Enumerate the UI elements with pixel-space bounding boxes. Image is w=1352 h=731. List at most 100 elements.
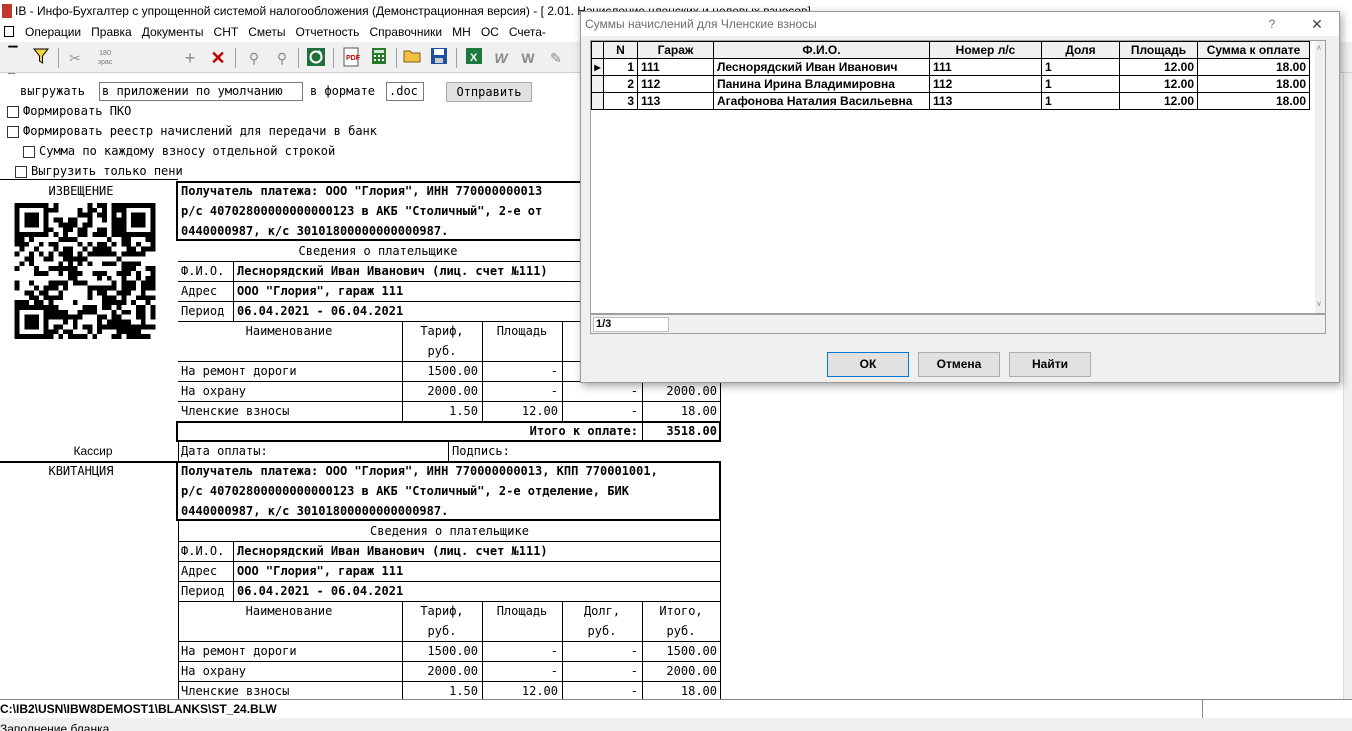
receipt-period-value: 06.04.2021 - 06.04.2021: [237, 584, 404, 598]
notice-row-1-area: -: [550, 364, 558, 378]
table-row[interactable]: 3 113 Агафонова Наталия Васильевна 113 1…: [591, 92, 1310, 110]
cell-fio[interactable]: Панина Ирина Владимировна: [713, 75, 930, 93]
calculator-icon[interactable]: [368, 47, 390, 69]
tool-icon[interactable]: ✎: [545, 47, 567, 69]
format-field[interactable]: .doc: [386, 82, 424, 101]
receipt-row-2-debt: -: [630, 664, 638, 678]
scroll-down-icon[interactable]: ∨: [1316, 299, 1322, 308]
col-header-sum[interactable]: Сумма к оплате: [1197, 41, 1310, 59]
receipt-row-1-total: 1500.00: [666, 644, 717, 658]
save-icon[interactable]: [428, 47, 450, 69]
menu-snt[interactable]: СНТ: [209, 22, 244, 42]
menu-references[interactable]: Справочники: [364, 22, 447, 42]
col-header-account[interactable]: Номер л/с: [929, 41, 1042, 59]
register-checkbox[interactable]: [7, 126, 19, 138]
scroll-up-icon[interactable]: ∧: [1316, 43, 1322, 52]
find-button[interactable]: Найти: [1009, 352, 1091, 377]
notice-row-2-total: 2000.00: [666, 384, 717, 398]
table-row[interactable]: 2 112 Панина Ирина Владимировна 112 1 12…: [591, 75, 1310, 93]
delete-icon[interactable]: ✕: [207, 47, 229, 69]
status-mode: Заполнение бланка: [0, 718, 1352, 731]
pko-checkbox[interactable]: [7, 106, 19, 118]
menu-operations[interactable]: Операции: [20, 22, 86, 42]
cell-sum[interactable]: 18.00: [1197, 58, 1310, 76]
cell-share[interactable]: 1: [1041, 75, 1120, 93]
cell-area[interactable]: 12.00: [1119, 75, 1198, 93]
document-system-icon[interactable]: [4, 26, 14, 37]
cell-account[interactable]: 111: [929, 58, 1042, 76]
menu-estimates[interactable]: Сметы: [243, 22, 290, 42]
table-row[interactable]: ▶ 1 111 Леснорядский Иван Иванович 111 1…: [591, 58, 1310, 76]
open-folder-icon[interactable]: [402, 47, 424, 69]
cell-garage[interactable]: 112: [637, 75, 714, 93]
col-header-n[interactable]: N: [603, 41, 638, 59]
numbers-icon[interactable]: 180 зрас: [94, 47, 116, 69]
col-header-share[interactable]: Доля: [1041, 41, 1120, 59]
penalty-only-checkbox[interactable]: [15, 166, 27, 178]
wand2-icon[interactable]: ⚲: [271, 47, 293, 69]
cut-icon[interactable]: ✂: [64, 47, 86, 69]
cell-account[interactable]: 112: [929, 75, 1042, 93]
col-header-garage[interactable]: Гараж: [637, 41, 714, 59]
cell-area[interactable]: 12.00: [1119, 58, 1198, 76]
filter-icon[interactable]: [30, 47, 52, 69]
separate-line-checkbox[interactable]: [23, 146, 35, 158]
menu-reports[interactable]: Отчетность: [291, 22, 365, 42]
notice-row-3-name: Членские взносы: [181, 404, 290, 418]
accruals-grid: N Гараж Ф.И.О. Номер л/с Доля Площадь Су…: [590, 40, 1326, 314]
send-button[interactable]: Отправить: [446, 82, 532, 102]
refresh-icon[interactable]: [305, 47, 327, 69]
col-header-area[interactable]: Площадь: [1119, 41, 1198, 59]
notice-recipient-line2: р/с 40702800000000000123 в АКБ "Столичны…: [181, 204, 543, 218]
cell-sum[interactable]: 18.00: [1197, 75, 1310, 93]
notice-col-tariff-2: руб.: [427, 344, 457, 358]
qr-code-icon: [14, 203, 156, 339]
cell-fio[interactable]: Леснорядский Иван Иванович: [713, 58, 930, 76]
notice-row-3-tariff: 1.50: [449, 404, 478, 418]
receipt-col-debt-1: Долг,: [583, 604, 621, 618]
export-app-field[interactable]: в приложении по умолчанию: [99, 82, 303, 101]
menu-invoices[interactable]: Счета-: [504, 22, 551, 42]
word2-icon[interactable]: W: [517, 47, 539, 69]
menu-edit[interactable]: Правка: [86, 22, 137, 42]
cell-garage[interactable]: 113: [637, 92, 714, 110]
plus-icon[interactable]: +: [179, 47, 201, 69]
word-icon[interactable]: W: [490, 47, 512, 69]
receipt-col-total-1: Итого,: [659, 604, 703, 618]
notice-row-2-debt: -: [630, 384, 638, 398]
cell-n[interactable]: 2: [603, 75, 638, 93]
menu-documents[interactable]: Документы: [137, 22, 209, 42]
pdf-icon[interactable]: PDF: [340, 47, 362, 69]
close-icon[interactable]: ✕: [1307, 12, 1327, 36]
bracket-icon[interactable]: ▔: [2, 42, 24, 64]
wand-icon[interactable]: ⚲: [243, 47, 265, 69]
cell-account[interactable]: 113: [929, 92, 1042, 110]
menu-os[interactable]: ОС: [476, 22, 504, 42]
cell-n[interactable]: 3: [603, 92, 638, 110]
cancel-button[interactable]: Отмена: [918, 352, 1000, 377]
document-scrollbar[interactable]: [1343, 73, 1352, 699]
receipt-row-3-debt: -: [630, 684, 638, 698]
app-icon: [2, 4, 12, 18]
cell-sum[interactable]: 18.00: [1197, 92, 1310, 110]
receipt-row-3-area: 12.00: [521, 684, 558, 698]
notice-row-1-name: На ремонт дороги: [181, 364, 297, 378]
menu-mn[interactable]: МН: [447, 22, 476, 42]
notice-col-tariff-1: Тариф,: [420, 324, 464, 338]
ok-button[interactable]: ОК: [827, 352, 909, 377]
notice-row-2-name: На охрану: [181, 384, 247, 398]
help-icon[interactable]: ?: [1265, 12, 1279, 36]
col-header-fio[interactable]: Ф.И.О.: [713, 41, 930, 59]
cell-garage[interactable]: 111: [637, 58, 714, 76]
cell-fio[interactable]: Агафонова Наталия Васильевна: [713, 92, 930, 110]
receipt-col-area: Площадь: [496, 604, 548, 618]
notice-row-3-total: 18.00: [680, 404, 717, 418]
receipt-recipient-line1: Получатель платежа: ООО "Глория", ИНН 77…: [181, 464, 658, 478]
cell-area[interactable]: 12.00: [1119, 92, 1198, 110]
cell-share[interactable]: 1: [1041, 92, 1120, 110]
grid-scrollbar[interactable]: ∧ ∨: [1315, 41, 1325, 313]
excel-icon[interactable]: X: [463, 47, 485, 69]
cell-n[interactable]: 1: [603, 58, 638, 76]
cell-share[interactable]: 1: [1041, 58, 1120, 76]
notice-label: ИЗВЕЩЕНИЕ: [48, 184, 114, 198]
